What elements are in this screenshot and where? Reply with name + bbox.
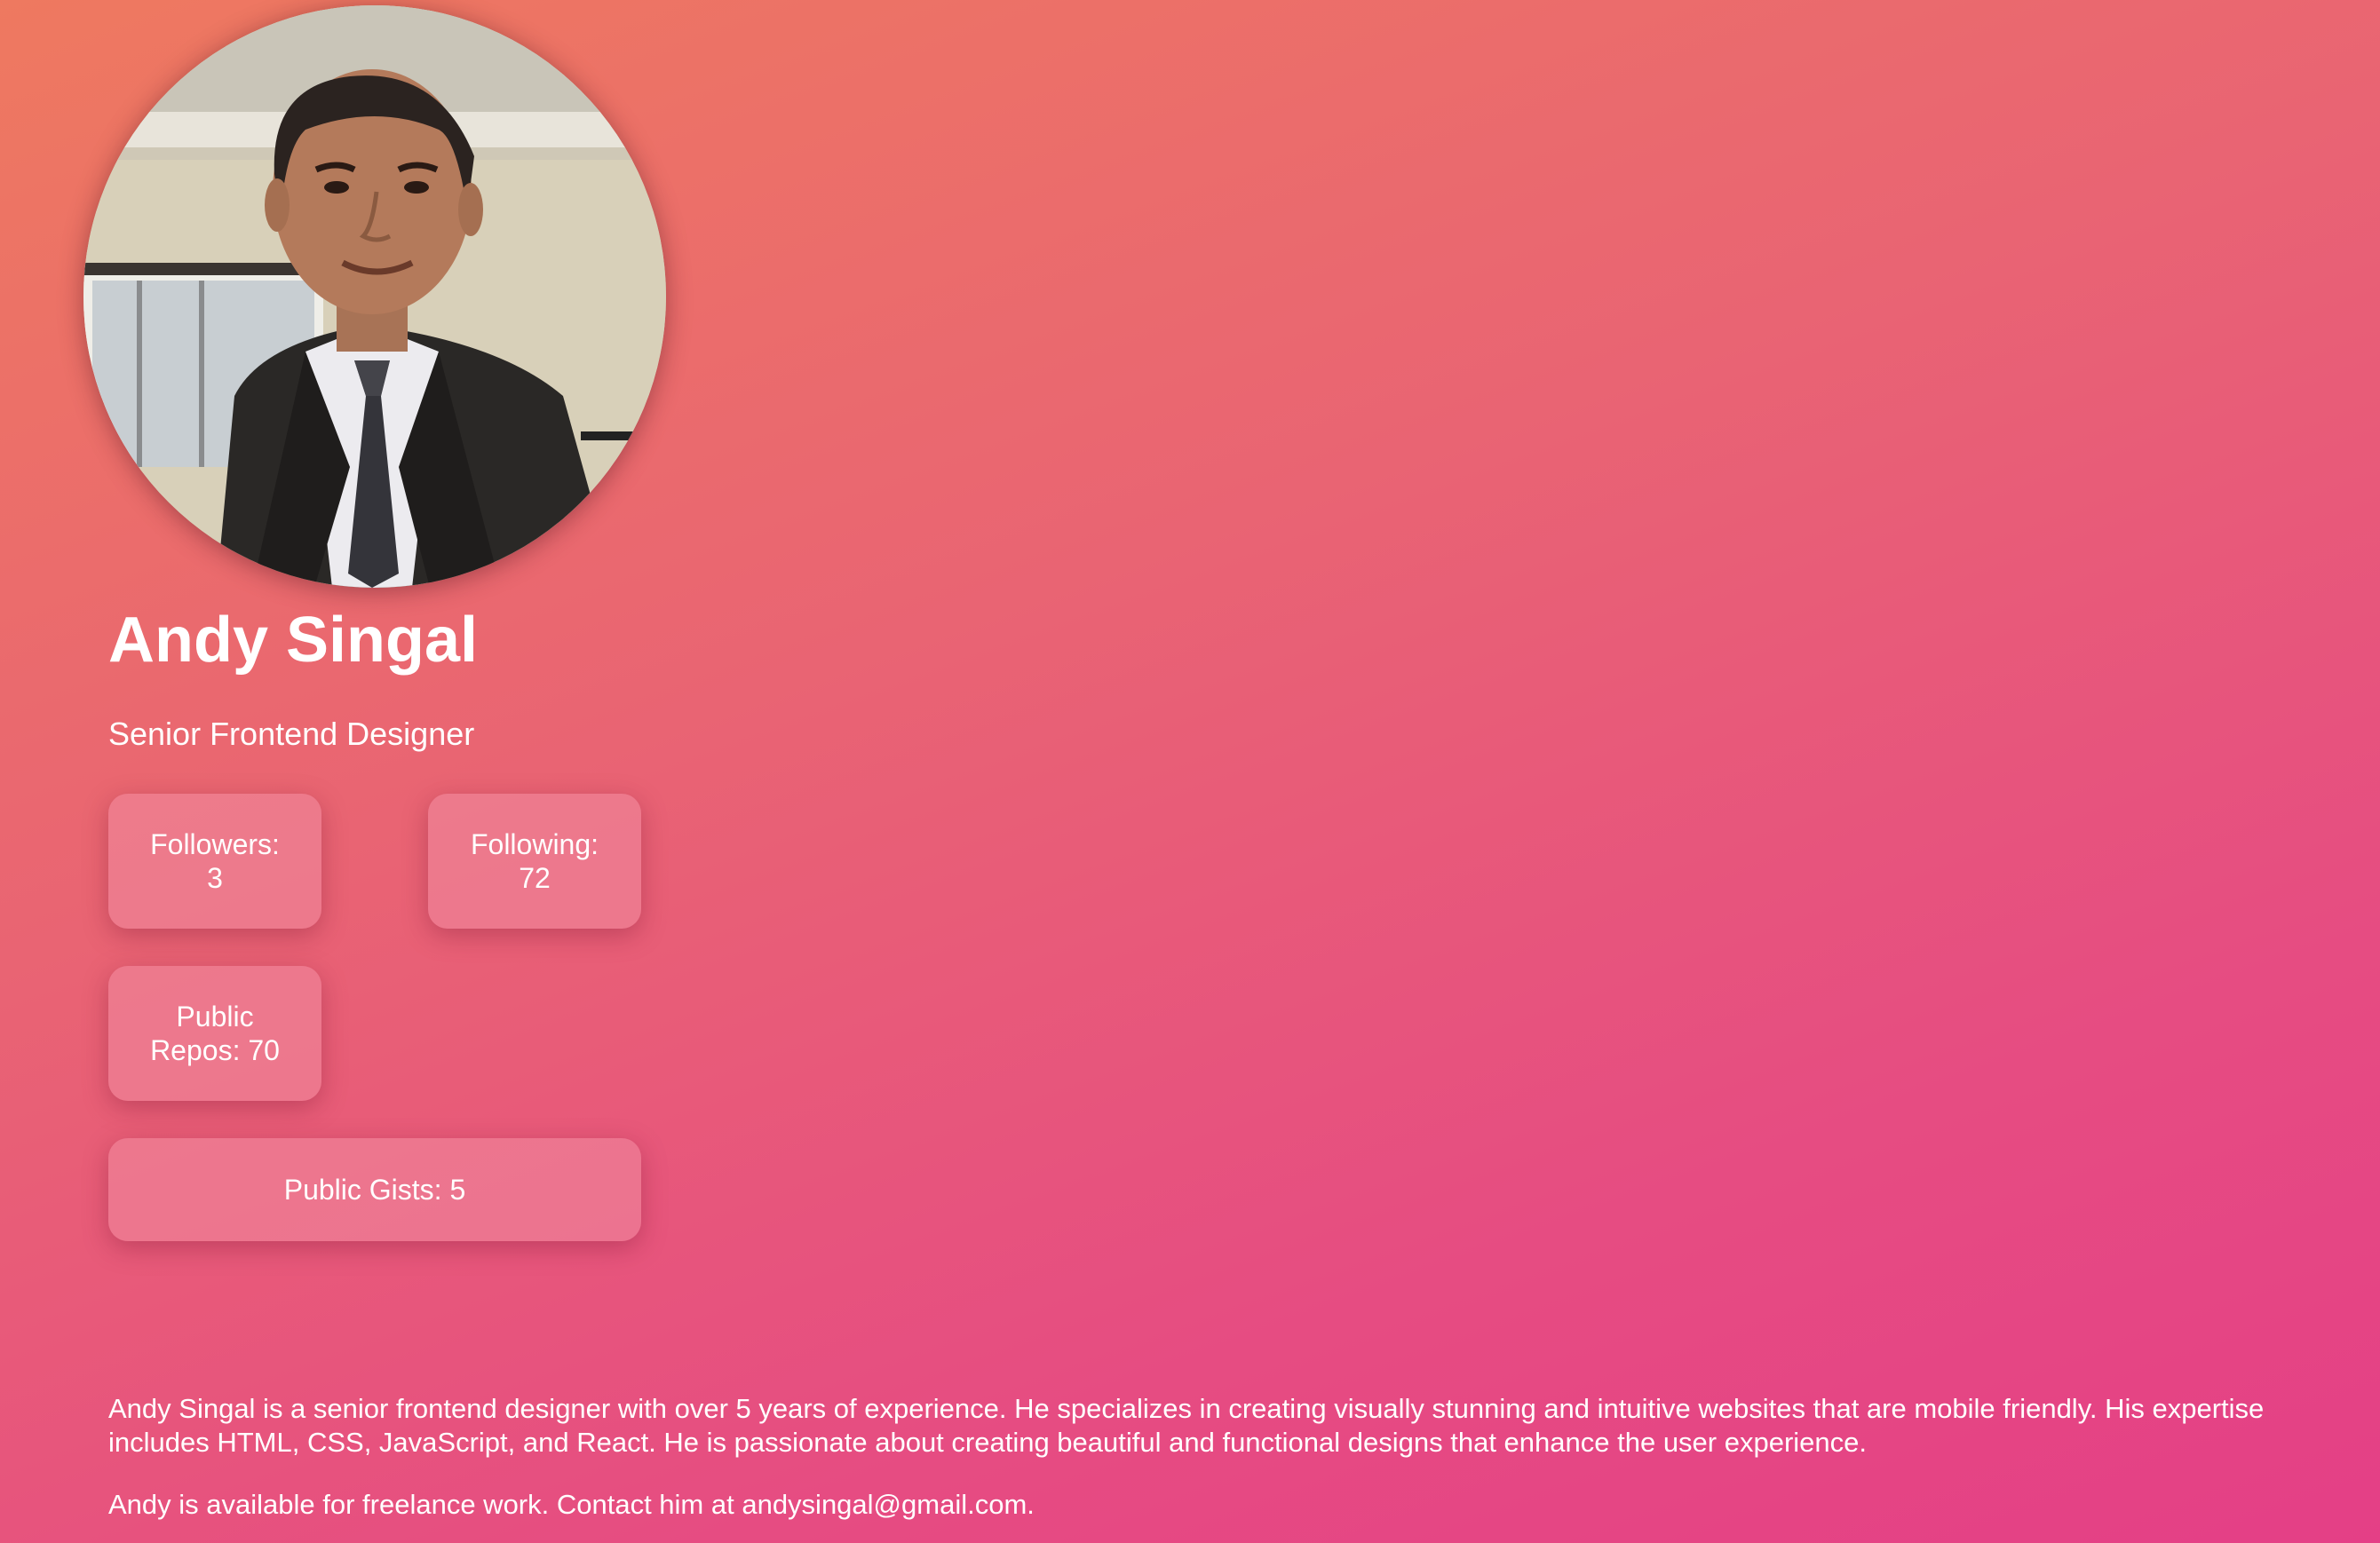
followers-count: 3 — [207, 862, 223, 894]
profile-title: Senior Frontend Designer — [108, 716, 475, 752]
contact-text: Andy is available for freelance work. Co… — [108, 1489, 1035, 1520]
followers-card: Followers: 3 — [108, 794, 321, 929]
avatar — [83, 5, 666, 588]
public-repos-label: Public — [176, 1001, 254, 1033]
followers-label: Followers: — [150, 828, 280, 860]
public-repos-count: Repos: 70 — [150, 1034, 280, 1066]
public-gists-card: Public Gists: 5 — [108, 1138, 641, 1241]
public-gists-text: Public Gists: 5 — [283, 1174, 466, 1206]
bio-description: Andy Singal is a senior frontend designe… — [108, 1393, 2265, 1458]
profile-name: Andy Singal — [108, 605, 479, 676]
following-card: Following: 72 — [428, 794, 641, 929]
following-count: 72 — [519, 862, 551, 894]
following-label: Following: — [470, 828, 599, 860]
profile-photo — [83, 5, 666, 588]
public-repos-card: Public Repos: 70 — [108, 966, 321, 1101]
